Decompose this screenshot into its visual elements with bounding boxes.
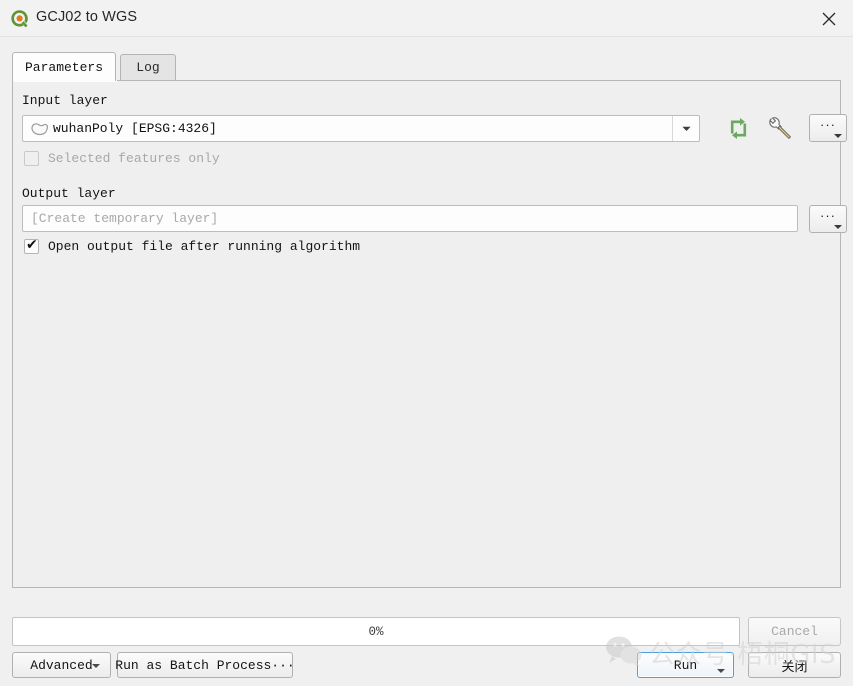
chevron-down-icon[interactable] — [672, 116, 699, 141]
check-icon: ✔ — [26, 237, 38, 253]
input-layer-value: wuhanPoly [EPSG:4326] — [53, 121, 217, 136]
cancel-button-label: Cancel — [771, 624, 818, 639]
close-icon[interactable] — [805, 0, 853, 37]
selected-features-only-checkbox: Selected features only — [24, 151, 220, 166]
checkbox-box: ✔ — [24, 237, 39, 254]
output-layer-input[interactable] — [22, 205, 798, 232]
parameters-panel: Input layer wuhanPoly [EPSG:4326] ··· Se… — [12, 80, 847, 588]
run-as-batch-process-button[interactable]: Run as Batch Process··· — [115, 652, 295, 678]
input-layer-label: Input layer — [22, 93, 108, 108]
tab-parameters-label: Parameters — [24, 59, 103, 75]
advanced-button[interactable]: Advanced — [12, 652, 111, 678]
selected-features-only-label: Selected features only — [48, 151, 220, 166]
wrench-icon[interactable] — [765, 114, 797, 143]
progress-label: 0% — [368, 624, 384, 639]
title-bar: GCJ02 to WGS — [0, 0, 853, 37]
close-button-label: 关闭 — [781, 659, 808, 675]
run-button-label: Run — [673, 657, 698, 673]
chevron-down-icon — [834, 225, 842, 229]
run-as-batch-process-label: Run as Batch Process··· — [115, 657, 295, 673]
progress-bar: 0% — [12, 617, 740, 646]
output-layer-browse-button[interactable]: ··· — [809, 205, 847, 233]
qgis-logo-icon — [10, 9, 29, 28]
advanced-button-label: Advanced — [30, 657, 93, 673]
output-layer-label: Output layer — [22, 186, 116, 201]
iterate-icon[interactable] — [723, 115, 753, 142]
window-title: GCJ02 to WGS — [36, 9, 138, 25]
polygon-layer-icon — [30, 122, 49, 136]
input-layer-combo[interactable]: wuhanPoly [EPSG:4326] — [22, 115, 700, 142]
close-button[interactable]: 关闭 — [748, 652, 841, 678]
run-button[interactable]: Run — [637, 652, 734, 678]
tab-log-label: Log — [136, 60, 160, 75]
tab-log[interactable]: Log — [120, 54, 176, 80]
input-layer-browse-button[interactable]: ··· — [809, 114, 847, 142]
chevron-down-icon — [92, 664, 100, 668]
checkbox-box — [24, 151, 39, 166]
open-output-file-checkbox[interactable]: ✔ Open output file after running algorit… — [24, 237, 361, 254]
chevron-down-icon — [834, 134, 842, 138]
cancel-button[interactable]: Cancel — [748, 617, 841, 646]
output-browse-label: ··· — [820, 208, 836, 223]
chevron-down-icon — [717, 669, 725, 673]
open-output-file-label: Open output file after running algorithm — [48, 239, 361, 254]
input-browse-label: ··· — [820, 117, 836, 132]
tab-parameters[interactable]: Parameters — [12, 52, 116, 81]
